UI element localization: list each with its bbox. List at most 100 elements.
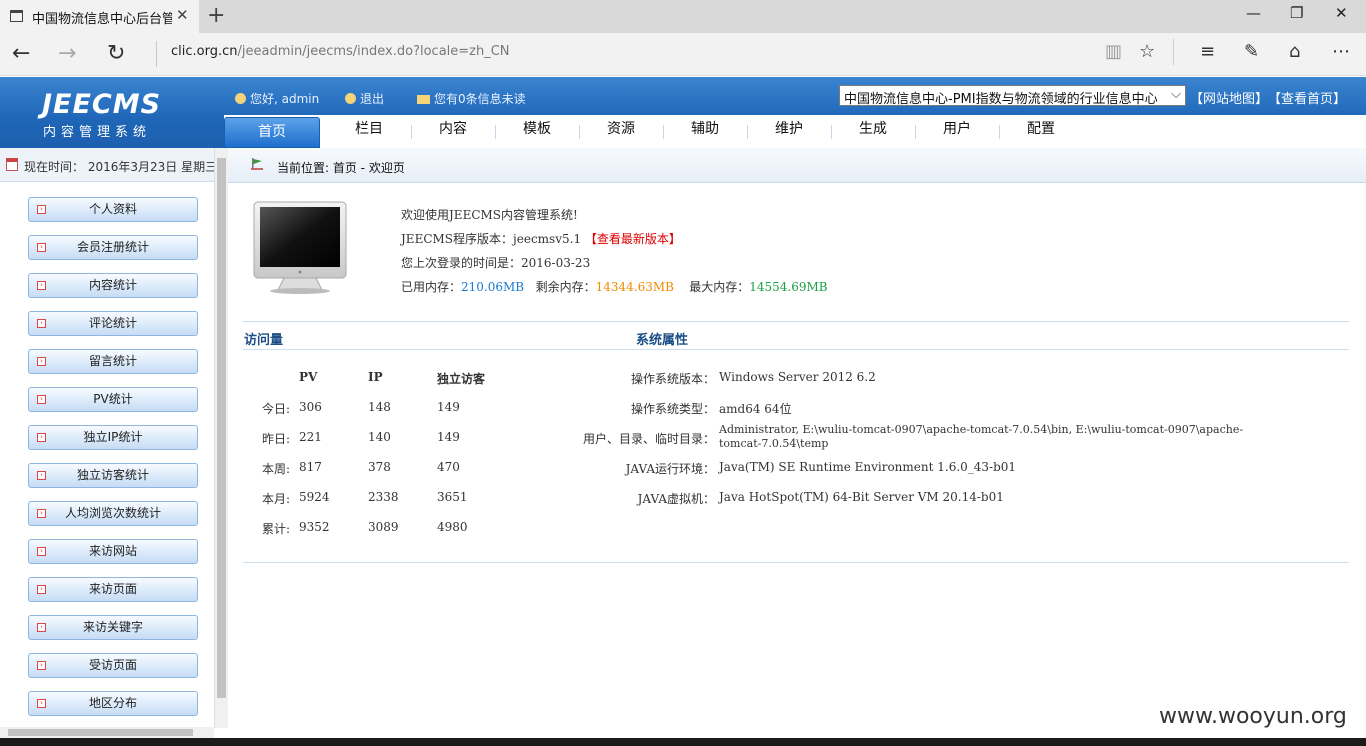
sidebar-item-region[interactable]: › 地区分布 (28, 691, 198, 716)
breadcrumb: 当前位置: 首页 - 欢迎页 (228, 148, 1366, 183)
system-value-continued: tomcat-7.0.54\temp (719, 437, 829, 450)
scrollbar-thumb[interactable] (8, 729, 193, 736)
sidebar-item-member-stats[interactable]: › 会员注册统计 (28, 235, 198, 260)
pv-value: 221 (299, 430, 322, 444)
arrow-right-icon: › (37, 509, 46, 518)
sidebar-item-referring-pages[interactable]: › 来访页面 (28, 577, 198, 602)
tab-content[interactable]: 内容 (411, 115, 495, 148)
arrow-right-icon: › (37, 471, 46, 480)
memory-line: 已用内存：210.06MB 剩余内存：14344.63MB 最大内存：14554… (401, 278, 828, 295)
web-note-icon[interactable]: ✎ (1244, 41, 1259, 62)
reading-view-icon[interactable]: ▥ (1105, 41, 1122, 62)
forward-icon[interactable]: → (58, 41, 76, 66)
tab-close-icon[interactable]: ✕ (176, 6, 189, 24)
sidebar-item-label: 受访页面 (88, 658, 137, 672)
sidebar-item-message-stats[interactable]: › 留言统计 (28, 349, 198, 374)
browser-tab[interactable]: 中国物流信息中心后台管 ✕ (0, 0, 199, 33)
arrow-right-icon: › (37, 623, 46, 632)
site-select-value: 中国物流信息中心-PMI指数与物流领域的行业信息中心 (844, 92, 1158, 106)
restore-icon[interactable]: ❐ (1290, 4, 1303, 22)
uv-value: 149 (437, 430, 460, 444)
close-icon[interactable]: ✕ (1335, 4, 1348, 22)
row-label: 累计: (262, 522, 291, 536)
more-icon[interactable]: ⋯ (1332, 41, 1350, 62)
back-icon[interactable]: ← (12, 41, 30, 66)
system-title: 系统属性 (636, 333, 689, 348)
sidebar-item-label: 内容统计 (88, 278, 137, 292)
sidebar-item-ip-stats[interactable]: › 独立IP统计 (28, 425, 198, 450)
section-divider (243, 562, 1349, 563)
ip-value: 2338 (368, 490, 399, 504)
mem-max-value: 14554.69MB (749, 280, 828, 294)
url-field[interactable]: clic.org.cn/jeeadmin/jeecms/index.do?loc… (171, 44, 510, 59)
system-label: JAVA虚拟机： (637, 492, 715, 506)
scrollbar-thumb[interactable] (217, 158, 226, 698)
hub-icon[interactable]: ≡ (1200, 41, 1215, 62)
tab-generate[interactable]: 生成 (831, 115, 915, 148)
logout-icon (345, 93, 356, 104)
time-label: 现在时间： (24, 160, 85, 174)
mem-used-label: 已用内存： (401, 280, 462, 294)
share-icon[interactable]: ⌂ (1289, 41, 1300, 62)
tab-assist[interactable]: 辅助 (663, 115, 747, 148)
favorite-star-icon[interactable]: ☆ (1139, 41, 1155, 62)
breadcrumb-text: 当前位置: 首页 - 欢迎页 (277, 161, 405, 175)
browser-tab-bar: 中国物流信息中心后台管 ✕ + — ❐ ✕ (0, 0, 1366, 33)
tab-users[interactable]: 用户 (915, 115, 999, 148)
row-label: 本周: (262, 462, 291, 476)
logout-link[interactable]: 退出 (345, 90, 384, 107)
sidebar-item-pv-stats[interactable]: › PV统计 (28, 387, 198, 412)
sidebar-item-label: 留言统计 (88, 354, 137, 368)
chevron-down-icon: ⌵ (1171, 87, 1181, 102)
logout-text: 退出 (360, 92, 385, 106)
sidebar-item-label: 来访网站 (88, 544, 137, 558)
sidebar-item-keywords[interactable]: › 来访关键字 (28, 615, 198, 640)
site-map-link[interactable]: 【网站地图】 (1190, 88, 1268, 107)
tab-home[interactable]: 首页 (224, 117, 320, 148)
sidebar-item-label: 独立访客统计 (76, 468, 149, 482)
sidebar-item-visitor-stats[interactable]: › 独立访客统计 (28, 463, 198, 488)
mem-free-value: 14344.63MB (595, 280, 674, 294)
sidebar-item-label: PV统计 (93, 392, 133, 406)
sidebar-item-label: 评论统计 (88, 316, 137, 330)
ip-value: 3089 (368, 520, 399, 534)
logo-subtitle: 内容管理系统 (43, 125, 152, 140)
row-label: 今日: (262, 402, 291, 416)
pv-value: 306 (299, 400, 322, 414)
view-home-link[interactable]: 【查看首页】 (1268, 88, 1346, 107)
sidebar-menu: › 个人资料 › 会员注册统计 › 内容统计 › 评论统计 › 留言统计 › PV统计 › 独… (0, 182, 214, 727)
messages-link[interactable]: 您有0条信息未读 (417, 90, 526, 107)
sidebar-horizontal-scrollbar[interactable] (0, 727, 214, 738)
url-path: /jeeadmin/jeecms/index.do?locale=zh_CN (237, 44, 510, 59)
sidebar-scrollbar[interactable] (214, 148, 228, 728)
arrow-right-icon: › (37, 357, 46, 366)
version-value: jeecmsv5.1 (513, 232, 582, 246)
minimize-icon[interactable]: — (1246, 4, 1261, 22)
sidebar-item-referring-sites[interactable]: › 来访网站 (28, 539, 198, 564)
pv-value: 817 (299, 460, 322, 474)
check-latest-version-link[interactable]: 【查看最新版本】 (585, 232, 681, 246)
sidebar-item-content-stats[interactable]: › 内容统计 (28, 273, 198, 298)
sidebar-item-label: 个人资料 (88, 202, 137, 216)
address-separator (156, 41, 157, 67)
sidebar-item-profile[interactable]: › 个人资料 (28, 197, 198, 222)
tab-config[interactable]: 配置 (999, 115, 1083, 148)
greeting-text: 您好, admin (250, 92, 320, 106)
sidebar-item-avg-views-stats[interactable]: › 人均浏览次数统计 (28, 501, 198, 526)
column-header-uv: 独立访客 (437, 372, 486, 386)
tab-templates[interactable]: 模板 (495, 115, 579, 148)
site-select[interactable]: 中国物流信息中心-PMI指数与物流领域的行业信息中心 ⌵ (839, 85, 1186, 106)
url-host: clic.org.cn (171, 44, 238, 59)
new-tab-button[interactable]: + (207, 3, 225, 28)
sidebar-item-label: 来访页面 (88, 582, 137, 596)
sidebar-item-visited-pages[interactable]: › 受访页面 (28, 653, 198, 678)
system-value: Java(TM) SE Runtime Environment 1.6.0_43… (719, 460, 1017, 474)
sidebar-item-comment-stats[interactable]: › 评论统计 (28, 311, 198, 336)
refresh-icon[interactable]: ↻ (107, 41, 125, 66)
system-value: Administrator, E:\wuliu-tomcat-0907\apac… (719, 423, 1244, 436)
tab-maintenance[interactable]: 维护 (747, 115, 831, 148)
page-favicon-icon (10, 10, 23, 22)
tab-resources[interactable]: 资源 (579, 115, 663, 148)
tab-columns[interactable]: 栏目 (327, 115, 411, 148)
calendar-icon (6, 158, 18, 171)
